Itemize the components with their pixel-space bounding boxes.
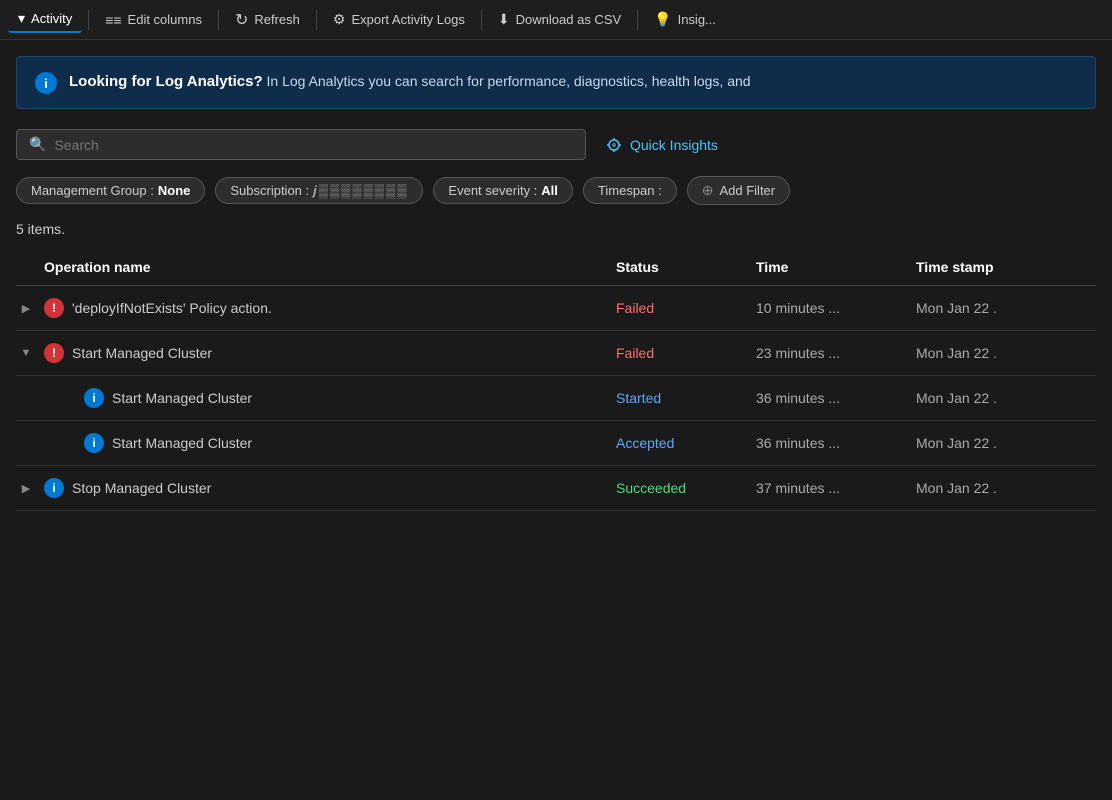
row-name-cell: ▼ ! Start Managed Cluster — [16, 343, 616, 363]
severity-info-icon: i — [44, 478, 64, 498]
operation-name: Start Managed Cluster — [112, 435, 252, 451]
chevron-down-icon: ▾ — [18, 10, 25, 27]
operation-name: Start Managed Cluster — [72, 345, 212, 361]
row-name-cell: ▶ i Stop Managed Cluster — [16, 478, 616, 498]
toolbar-insights[interactable]: 💡 Insig... — [644, 7, 726, 32]
timestamp-cell: Mon Jan 22 . — [916, 480, 1096, 496]
add-filter-button[interactable]: ⊕ Add Filter — [687, 176, 790, 205]
search-box[interactable]: 🔍 — [16, 129, 586, 160]
gear-icon: ⚙ — [333, 11, 346, 28]
operation-name: Stop Managed Cluster — [72, 480, 211, 496]
table-row[interactable]: ▼ ! Start Managed Cluster Failed 23 minu… — [16, 331, 1096, 376]
collapse-icon[interactable]: ▼ — [16, 343, 36, 363]
search-input[interactable] — [54, 137, 573, 153]
row-name-cell: i Start Managed Cluster — [16, 388, 616, 408]
expand-icon[interactable]: ▶ — [16, 298, 36, 318]
expand-icon[interactable]: ▶ — [16, 478, 36, 498]
filter-subscription[interactable]: Subscription : j▒▒▒▒▒▒▒▒ — [215, 177, 423, 204]
time-cell: 36 minutes ... — [756, 390, 916, 406]
expand-placeholder — [56, 433, 76, 453]
severity-error-icon: ! — [44, 343, 64, 363]
filter-row: Management Group : None Subscription : j… — [0, 172, 1112, 217]
activity-table: Operation name Status Time Time stamp ▶ … — [0, 249, 1112, 511]
info-icon: i — [35, 72, 57, 94]
col-header-timestamp: Time stamp — [916, 259, 1096, 275]
severity-info-icon: i — [84, 388, 104, 408]
columns-icon: ≡≡ — [105, 12, 121, 28]
items-count: 5 items. — [0, 217, 1112, 249]
quick-insights-icon — [606, 137, 622, 153]
filter-timespan[interactable]: Timespan : — [583, 177, 677, 204]
table-row[interactable]: ▶ i Stop Managed Cluster Succeeded 37 mi… — [16, 466, 1096, 511]
operation-name: 'deployIfNotExists' Policy action. — [72, 300, 272, 316]
time-cell: 36 minutes ... — [756, 435, 916, 451]
col-header-operation: Operation name — [44, 259, 616, 275]
severity-info-icon: i — [84, 433, 104, 453]
col-header-time: Time — [756, 259, 916, 275]
download-icon: ⬇ — [498, 11, 510, 28]
timestamp-cell: Mon Jan 22 . — [916, 345, 1096, 361]
status-cell: Accepted — [616, 435, 756, 451]
time-cell: 10 minutes ... — [756, 300, 916, 316]
status-cell: Failed — [616, 300, 756, 316]
add-filter-icon: ⊕ — [702, 182, 714, 199]
timestamp-cell: Mon Jan 22 . — [916, 390, 1096, 406]
status-cell: Failed — [616, 345, 756, 361]
toolbar-download-csv[interactable]: ⬇ Download as CSV — [488, 7, 631, 32]
banner-text: Looking for Log Analytics? In Log Analyt… — [69, 71, 751, 94]
toolbar: ▾ Activity ≡≡ Edit columns ↻ Refresh ⚙ E… — [0, 0, 1112, 40]
lightbulb-icon: 💡 — [654, 11, 671, 28]
toolbar-sep-5 — [637, 10, 638, 30]
row-name-cell: ▶ ! 'deployIfNotExists' Policy action. — [16, 298, 616, 318]
toolbar-edit-columns[interactable]: ≡≡ Edit columns — [95, 8, 212, 32]
time-cell: 23 minutes ... — [756, 345, 916, 361]
status-cell: Succeeded — [616, 480, 756, 496]
timestamp-cell: Mon Jan 22 . — [916, 300, 1096, 316]
quick-insights-button[interactable]: Quick Insights — [606, 137, 718, 153]
refresh-icon: ↻ — [235, 10, 248, 30]
table-row[interactable]: i Start Managed Cluster Accepted 36 minu… — [16, 421, 1096, 466]
search-row: 🔍 Quick Insights — [0, 109, 1112, 172]
expand-placeholder — [56, 388, 76, 408]
table-row[interactable]: ▶ ! 'deployIfNotExists' Policy action. F… — [16, 286, 1096, 331]
table-row[interactable]: i Start Managed Cluster Started 36 minut… — [16, 376, 1096, 421]
toolbar-refresh[interactable]: ↻ Refresh — [225, 6, 310, 34]
severity-error-icon: ! — [44, 298, 64, 318]
timestamp-cell: Mon Jan 22 . — [916, 435, 1096, 451]
operation-name: Start Managed Cluster — [112, 390, 252, 406]
toolbar-sep-4 — [481, 10, 482, 30]
status-cell: Started — [616, 390, 756, 406]
row-name-cell: i Start Managed Cluster — [16, 433, 616, 453]
time-cell: 37 minutes ... — [756, 480, 916, 496]
log-analytics-banner: i Looking for Log Analytics? In Log Anal… — [16, 56, 1096, 109]
filter-event-severity[interactable]: Event severity : All — [433, 177, 573, 204]
table-header: Operation name Status Time Time stamp — [16, 249, 1096, 286]
filter-management-group[interactable]: Management Group : None — [16, 177, 205, 204]
toolbar-sep-1 — [88, 10, 89, 30]
toolbar-activity[interactable]: ▾ Activity — [8, 6, 82, 33]
search-icon: 🔍 — [29, 136, 46, 153]
toolbar-sep-3 — [316, 10, 317, 30]
toolbar-export-logs[interactable]: ⚙ Export Activity Logs — [323, 7, 475, 32]
col-header-status: Status — [616, 259, 756, 275]
toolbar-sep-2 — [218, 10, 219, 30]
